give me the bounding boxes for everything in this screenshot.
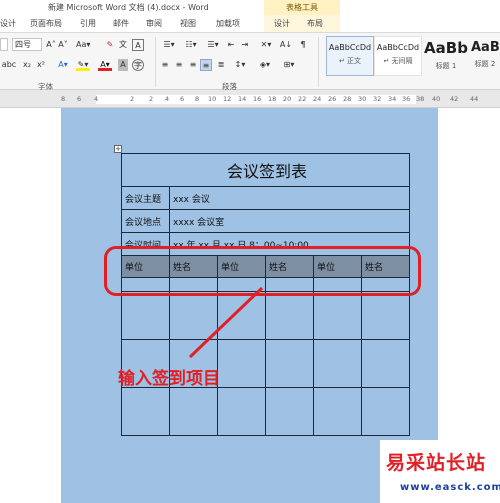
annotation-label: 输入签到项目 [118, 369, 220, 389]
watermark-title: 易采站长站 [386, 452, 487, 474]
watermark-url: www.easck.com [400, 482, 500, 493]
annotation-arrow-line [188, 286, 264, 359]
site-watermark: 易采站长站 www.easck.com [380, 440, 500, 503]
